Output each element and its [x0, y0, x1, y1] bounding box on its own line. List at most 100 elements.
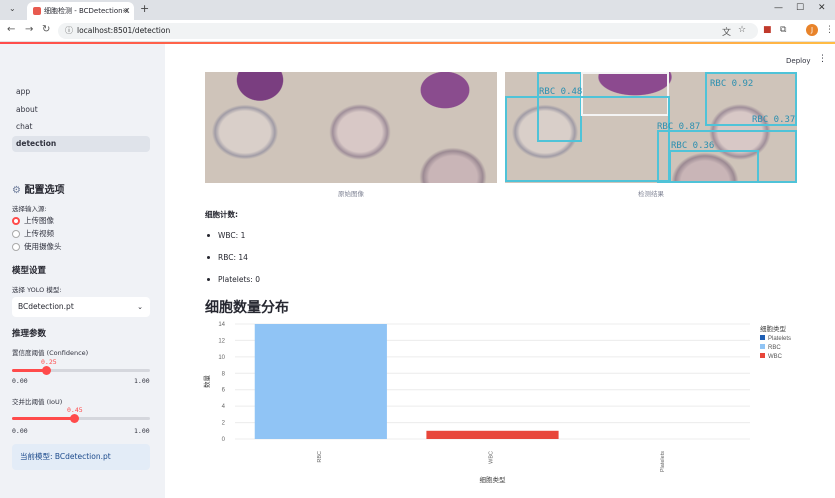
- radio-label: 上传图像: [24, 216, 54, 225]
- reload-icon[interactable]: ↻: [42, 24, 50, 35]
- detection-label: RBC 0.37: [752, 115, 796, 125]
- nav-item-detection[interactable]: detection: [12, 136, 150, 152]
- detection-label: RBC 0.48: [539, 87, 583, 97]
- gear-icon: ⚙: [12, 185, 21, 196]
- source-label: 选择输入源:: [12, 205, 47, 213]
- radio-upload-video[interactable]: 上传视频: [12, 229, 54, 239]
- original-caption: 原始图像: [338, 190, 364, 198]
- deploy-button[interactable]: Deploy: [786, 57, 811, 65]
- tab-list-icon[interactable]: ⌄: [9, 4, 16, 13]
- iou-max: 1.00: [134, 427, 150, 435]
- count-item-platelets: Platelets: 0: [205, 275, 260, 284]
- model-label: 选择 YOLO 模型:: [12, 286, 62, 294]
- legend-swatch: [760, 353, 765, 358]
- detection-image: RBC 0.48 RBC 0.92 RBC 0.87 RBC 0.37 RBC …: [505, 72, 797, 183]
- current-model-info: 当前模型: BCdetection.pt: [12, 444, 150, 470]
- close-window-icon[interactable]: ✕: [818, 3, 826, 13]
- cell-count-chart: 02468101214RBC WBC Platelets细胞类型数量细胞类型Plat…: [202, 322, 791, 484]
- bookmark-star-icon[interactable]: ☆: [738, 25, 746, 35]
- bounding-box: [669, 150, 759, 183]
- new-tab-button[interactable]: +: [140, 2, 149, 15]
- tab-close-icon[interactable]: ×: [122, 2, 129, 20]
- iou-min: 0.00: [12, 427, 28, 435]
- extension-icon[interactable]: ■: [763, 25, 772, 35]
- count-title: 细胞计数:: [205, 210, 238, 219]
- maximize-icon[interactable]: ☐: [796, 3, 804, 13]
- confidence-max: 1.00: [134, 377, 150, 385]
- radio-label: 使用摄像头: [24, 242, 62, 251]
- config-title: 配置选项: [24, 185, 65, 196]
- model-select[interactable]: BCdetection.pt ⌄: [12, 297, 150, 317]
- x-tick-label: WBC: [489, 451, 495, 464]
- y-tick-label: 0: [222, 437, 226, 443]
- y-tick-label: 10: [218, 355, 225, 361]
- iou-value: 0.45: [67, 406, 83, 414]
- chart-title: 细胞数量分布: [205, 300, 289, 316]
- iou-label: 交并比阈值 (IoU): [12, 398, 63, 406]
- confidence-label: 置信度阈值 (Confidence): [12, 349, 89, 357]
- legend-title: 细胞类型: [760, 324, 787, 333]
- radio-label: 上传视频: [24, 229, 54, 238]
- chevron-down-icon: ⌄: [137, 303, 143, 311]
- slider-fill: [12, 369, 46, 372]
- profile-avatar[interactable]: J: [806, 24, 818, 36]
- browser-tab-bar: ⌄ 细胞检测 - BCDetection-X × + — ☐ ✕: [0, 0, 835, 20]
- detection-label: RBC 0.87: [657, 122, 701, 132]
- y-axis-label: 数量: [202, 375, 211, 389]
- y-tick-label: 6: [222, 388, 226, 394]
- model-select-value: BCdetection.pt: [18, 302, 74, 311]
- x-tick-label: Platelets: [660, 451, 666, 472]
- site-info-icon[interactable]: ⓘ: [65, 23, 73, 39]
- nav-item-chat[interactable]: chat: [12, 119, 150, 135]
- slider-thumb[interactable]: [42, 366, 51, 375]
- legend-label: RBC: [768, 345, 781, 351]
- confidence-value: 0.25: [41, 358, 57, 366]
- radio-dot[interactable]: [12, 243, 20, 251]
- bar-rbc: [254, 324, 387, 439]
- model-heading: 模型设置: [12, 266, 47, 276]
- x-axis-label: 细胞类型: [480, 475, 507, 484]
- radio-use-camera[interactable]: 使用摄像头: [12, 242, 62, 252]
- confidence-min: 0.00: [12, 377, 28, 385]
- browser-tab[interactable]: 细胞检测 - BCDetection-X ×: [27, 2, 134, 20]
- browser-menu-icon[interactable]: ⋮: [825, 25, 834, 35]
- bounding-box: [505, 96, 670, 182]
- url-text: localhost:8501/detection: [77, 26, 171, 35]
- y-tick-label: 8: [222, 371, 226, 377]
- confidence-slider[interactable]: [12, 366, 150, 375]
- original-image: [205, 72, 497, 183]
- iou-slider[interactable]: [12, 414, 150, 423]
- bar-wbc: [426, 430, 559, 439]
- slider-fill: [12, 417, 74, 420]
- forward-icon[interactable]: →: [25, 24, 33, 35]
- slider-thumb[interactable]: [70, 414, 79, 423]
- radio-dot[interactable]: [12, 217, 20, 225]
- nav-item-app[interactable]: app: [12, 84, 150, 100]
- translate-icon[interactable]: 文: [722, 25, 731, 38]
- main-menu-icon[interactable]: ⋮: [818, 54, 827, 64]
- detection-label: RBC 0.36: [671, 141, 715, 151]
- detection-label: RBC 0.92: [710, 79, 754, 89]
- legend-swatch: [760, 344, 765, 349]
- nav-item-about[interactable]: about: [12, 102, 150, 118]
- legend-swatch: [760, 335, 765, 340]
- sidebar: app about chat detection ⚙ 配置选项 选择输入源: 上…: [0, 44, 165, 498]
- minimize-icon[interactable]: —: [774, 3, 783, 13]
- back-icon[interactable]: ←: [7, 24, 15, 35]
- legend-label: Platelets: [768, 336, 791, 342]
- extensions-puzzle-icon[interactable]: ⧉: [780, 25, 786, 35]
- radio-dot[interactable]: [12, 230, 20, 238]
- x-tick-label: RBC: [317, 451, 323, 463]
- radio-upload-image[interactable]: 上传图像: [12, 216, 54, 226]
- address-bar[interactable]: ⓘ localhost:8501/detection: [58, 23, 758, 39]
- y-tick-label: 12: [218, 338, 225, 344]
- browser-toolbar: ← → ↻ ⓘ localhost:8501/detection 文 ☆ ■ ⧉…: [0, 20, 835, 42]
- y-tick-label: 2: [222, 421, 226, 427]
- tab-title: 细胞检测 - BCDetection-X: [44, 7, 130, 15]
- favicon-icon: [33, 7, 41, 15]
- y-tick-label: 4: [222, 404, 226, 410]
- inference-heading: 推理参数: [12, 329, 47, 339]
- count-item-wbc: WBC: 1: [205, 231, 245, 240]
- y-tick-label: 14: [218, 322, 225, 328]
- config-heading: ⚙ 配置选项: [12, 181, 64, 196]
